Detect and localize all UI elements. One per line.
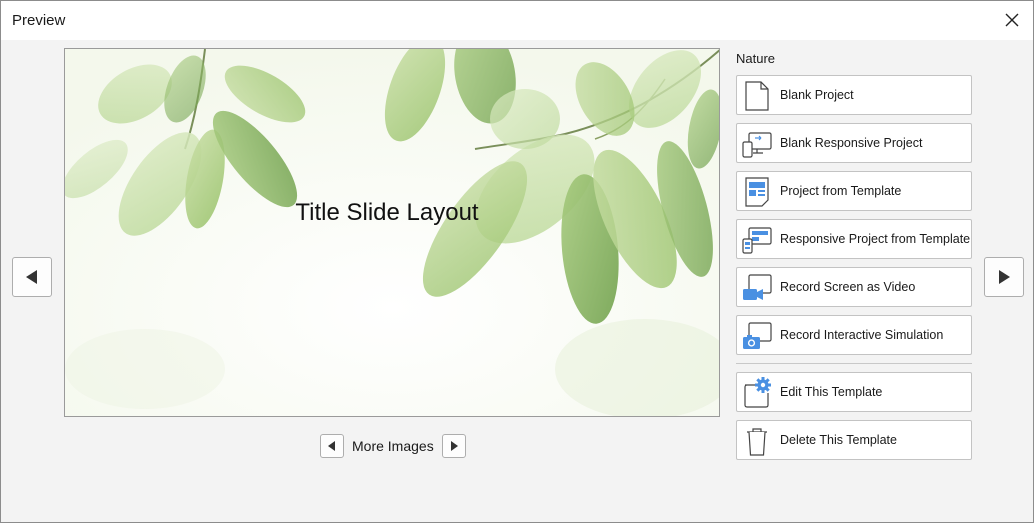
blank-project-icon [741, 80, 773, 112]
nature-leaves-image [65, 49, 719, 416]
previous-template-button[interactable] [12, 257, 52, 297]
responsive-project-icon [741, 128, 773, 160]
blank-responsive-project-button[interactable]: Blank Responsive Project [736, 123, 972, 163]
template-preview: Title Slide Layout [64, 48, 720, 417]
action-label: Blank Responsive Project [780, 136, 923, 150]
gear-icon [741, 377, 773, 409]
window-title: Preview [12, 12, 66, 29]
close-icon [1005, 13, 1019, 27]
action-label: Blank Project [780, 88, 854, 102]
action-label: Responsive Project from Template [780, 232, 971, 246]
triangle-right-icon [450, 441, 458, 451]
project-from-template-button[interactable]: Project from Template [736, 171, 972, 211]
blank-project-button[interactable]: Blank Project [736, 75, 972, 115]
more-images-control: More Images [320, 433, 466, 459]
more-images-label: More Images [352, 438, 434, 454]
triangle-right-icon [999, 270, 1010, 284]
triangle-left-icon [328, 441, 335, 451]
video-camera-icon [741, 272, 773, 304]
next-template-button[interactable] [984, 257, 1024, 297]
action-label: Record Interactive Simulation [780, 328, 944, 342]
template-category: Nature [736, 51, 776, 66]
responsive-project-from-template-button[interactable]: Responsive Project from Template [736, 219, 972, 259]
action-label: Edit This Template [780, 385, 883, 399]
camera-icon [741, 320, 773, 352]
triangle-left-icon [26, 270, 37, 284]
responsive-template-icon [741, 224, 773, 256]
action-separator [736, 363, 972, 364]
action-label: Record Screen as Video [780, 280, 916, 294]
close-button[interactable] [1003, 11, 1021, 29]
title-bar: Preview [1, 1, 1033, 40]
preview-window: Preview Title Slide Layout More Images N… [0, 0, 1034, 523]
action-label: Delete This Template [780, 433, 897, 447]
template-project-icon [741, 176, 773, 208]
action-label: Project from Template [780, 184, 902, 198]
slide-title: Title Slide Layout [295, 199, 479, 226]
delete-this-template-button[interactable]: Delete This Template [736, 420, 972, 460]
record-interactive-simulation-button[interactable]: Record Interactive Simulation [736, 315, 972, 355]
more-images-previous-button[interactable] [320, 434, 344, 458]
more-images-next-button[interactable] [441, 434, 466, 458]
trash-icon [741, 425, 773, 457]
edit-this-template-button[interactable]: Edit This Template [736, 372, 972, 412]
record-screen-as-video-button[interactable]: Record Screen as Video [736, 267, 972, 307]
